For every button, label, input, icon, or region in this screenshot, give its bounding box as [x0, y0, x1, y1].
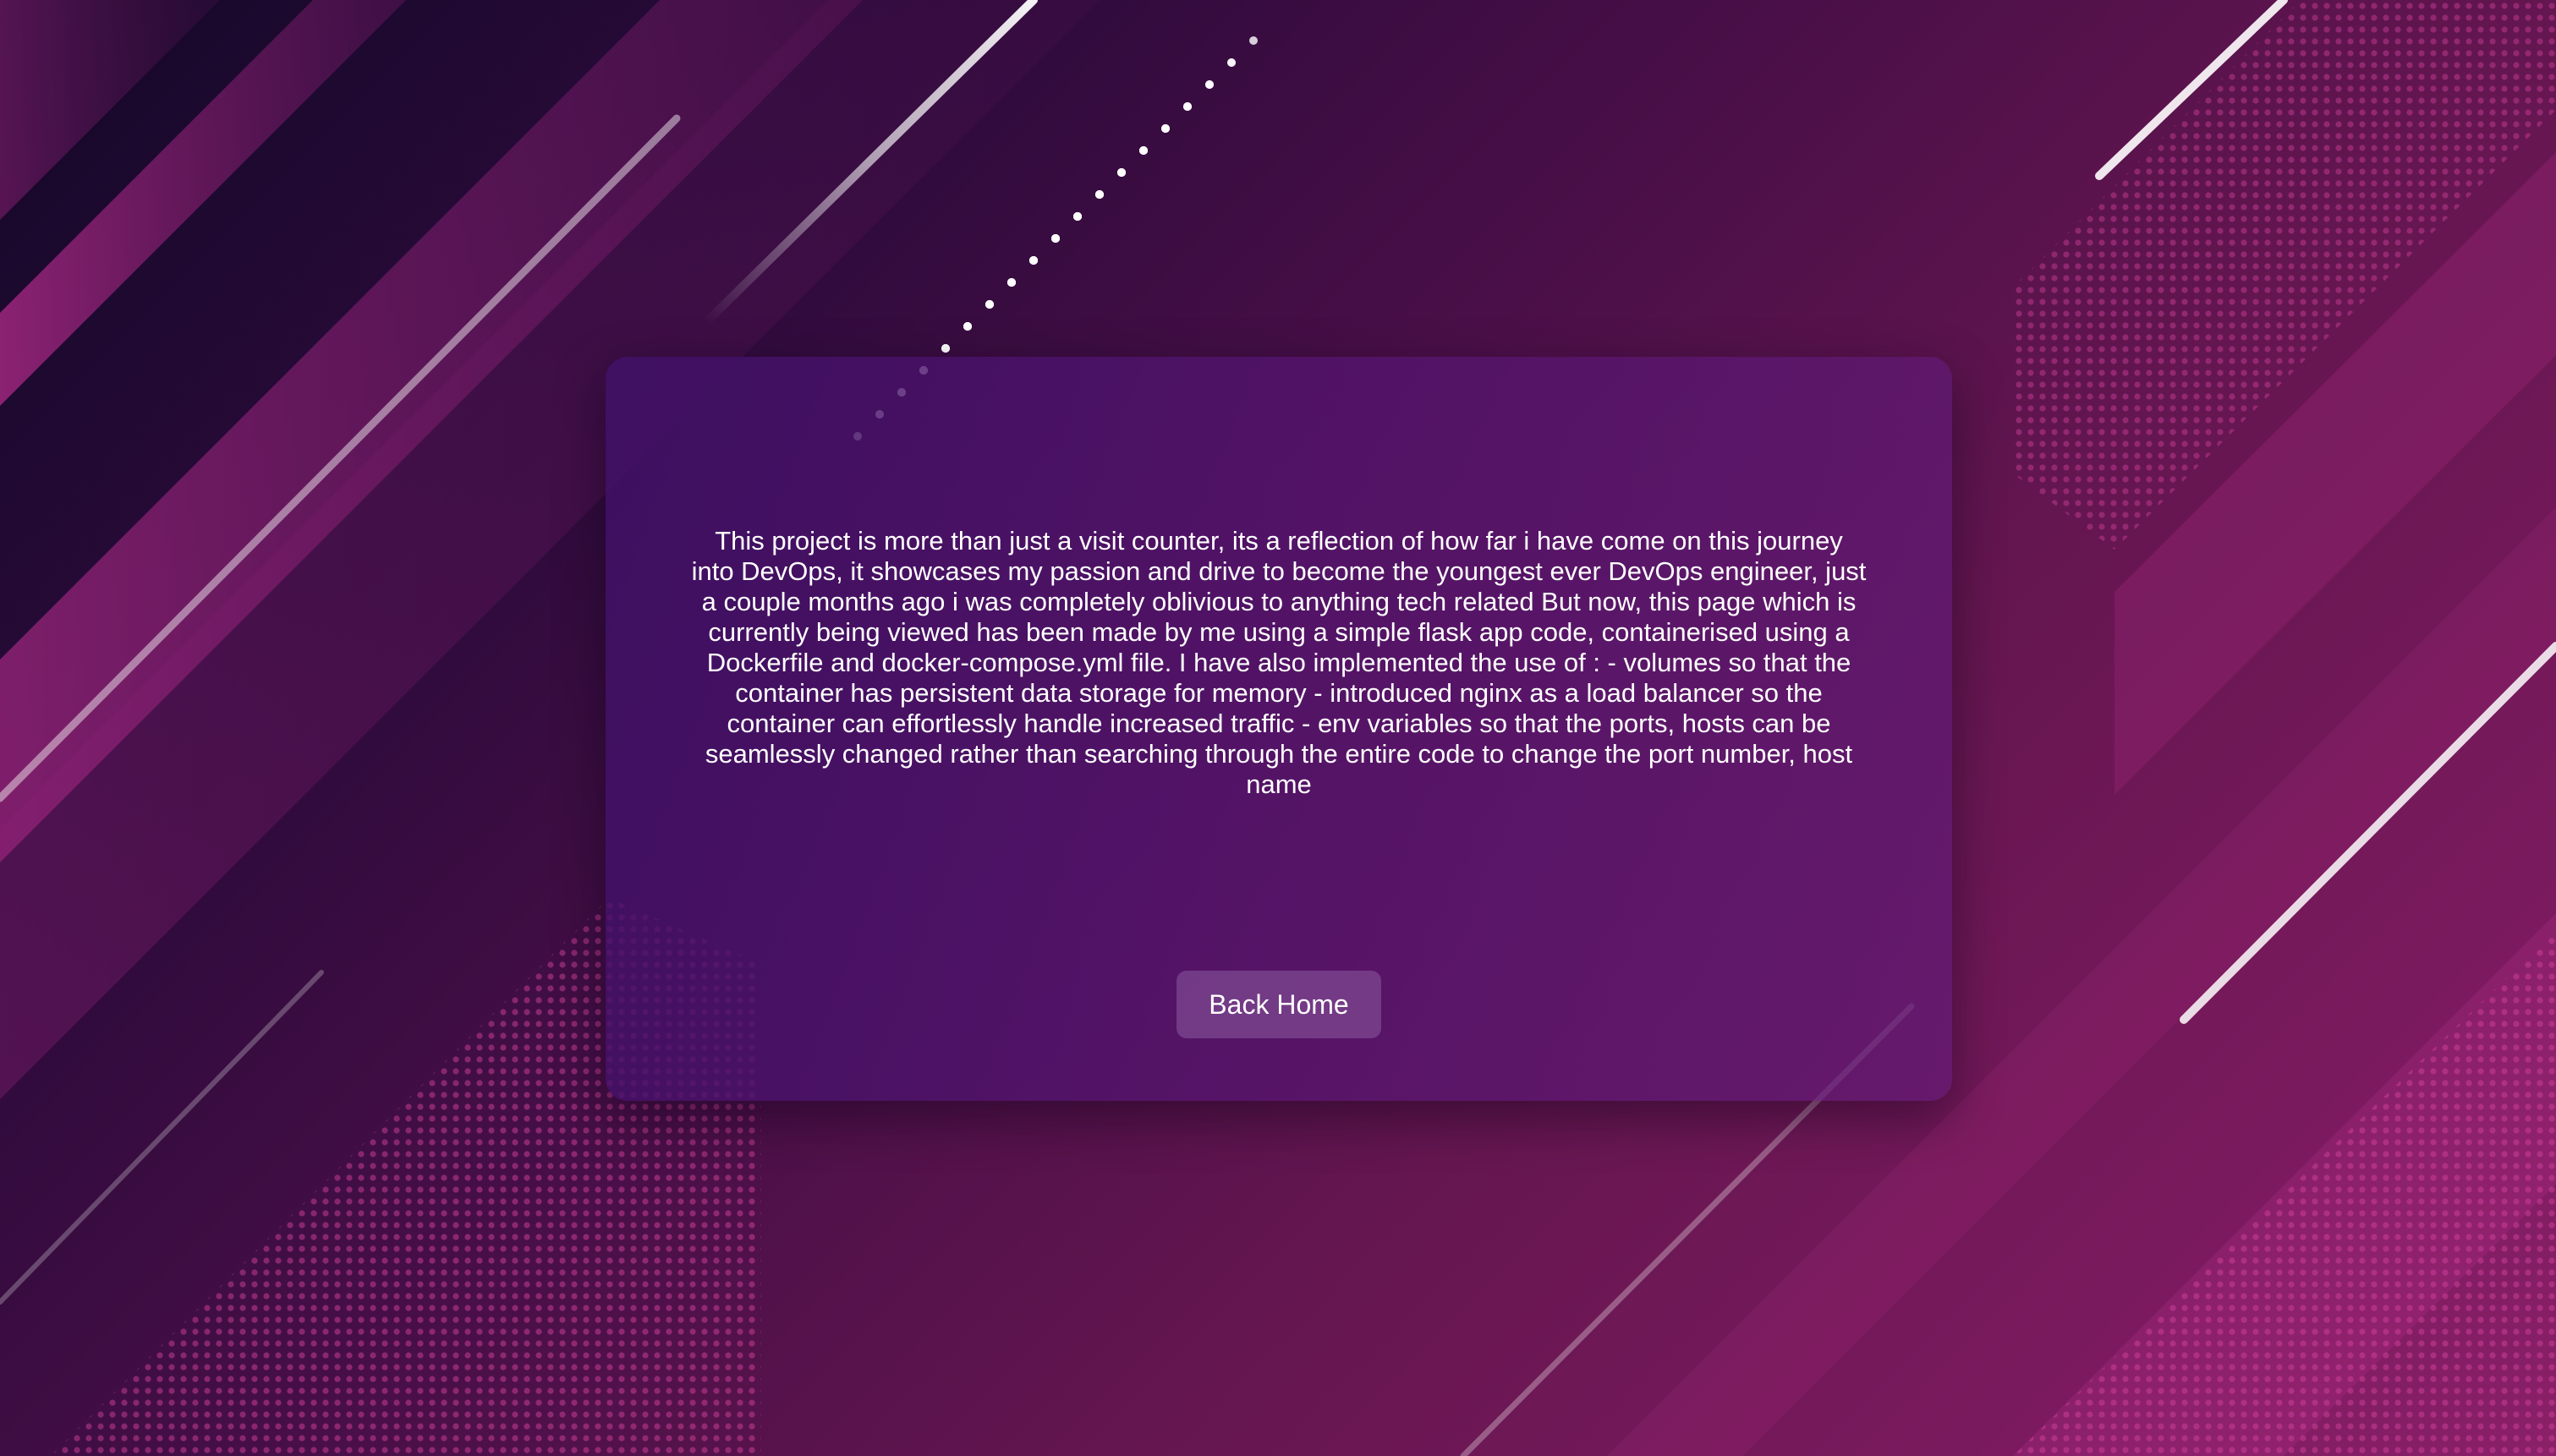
grid-dot [1139, 146, 1148, 155]
grid-dot [1117, 168, 1126, 177]
grid-dot [963, 322, 972, 331]
grid-dot [1227, 58, 1236, 67]
grid-dot [1205, 80, 1214, 89]
grid-dot [985, 300, 994, 309]
page-background: This project is more than just a visit c… [0, 0, 2556, 1456]
grid-dot [1073, 212, 1082, 221]
about-card: This project is more than just a visit c… [606, 357, 1952, 1101]
back-home-button[interactable]: Back Home [1177, 971, 1381, 1038]
grid-dot [1007, 278, 1016, 287]
grid-dot [1183, 102, 1192, 111]
grid-dot [1051, 234, 1060, 243]
project-description: This project is more than just a visit c… [691, 526, 1867, 799]
grid-dot [941, 344, 950, 353]
grid-dot [1249, 36, 1258, 45]
grid-dot [1095, 190, 1104, 199]
grid-dot [1029, 256, 1038, 265]
grid-dot [1161, 124, 1170, 133]
